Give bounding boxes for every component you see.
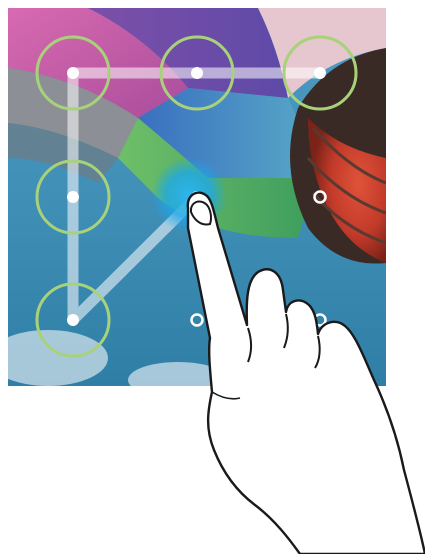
pattern-dot-3[interactable] xyxy=(314,67,326,79)
active-touch-glow xyxy=(151,157,227,233)
lock-screen xyxy=(8,8,386,386)
pattern-dot-5[interactable] xyxy=(191,191,203,203)
pattern-dot-4[interactable] xyxy=(67,191,79,203)
lock-screen-canvas xyxy=(8,8,386,386)
pattern-dot-2[interactable] xyxy=(191,67,203,79)
pattern-unlock-illustration xyxy=(0,0,425,554)
pattern-dot-1[interactable] xyxy=(67,67,79,79)
pattern-dot-7[interactable] xyxy=(67,314,79,326)
